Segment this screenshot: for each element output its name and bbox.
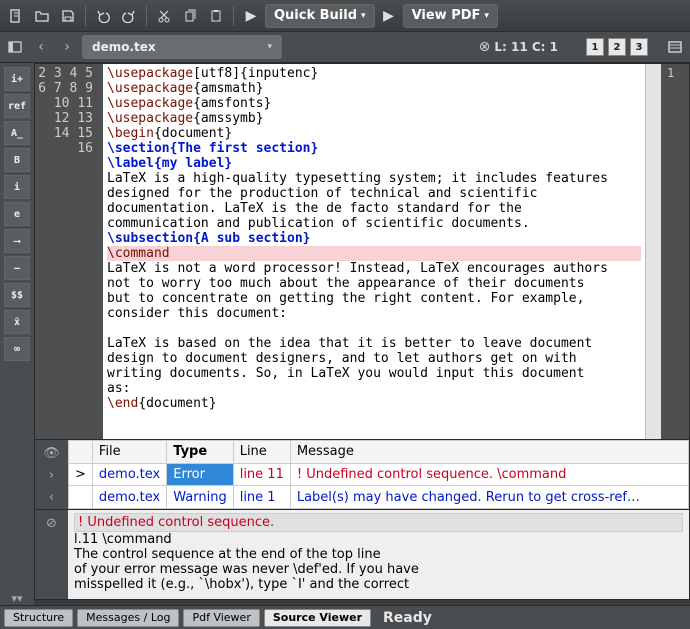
rail-expand-icon[interactable]: ▾▾ bbox=[0, 591, 34, 605]
rail-item-italic[interactable]: i bbox=[4, 175, 30, 199]
line-gutter: 2 3 4 5 6 7 8 9 10 11 12 13 14 15 16 bbox=[35, 64, 103, 439]
view-pdf-label: View PDF bbox=[412, 8, 481, 23]
status-tab-sourceviewer[interactable]: Source Viewer bbox=[264, 609, 371, 627]
prev-tab-button[interactable]: ‹ bbox=[30, 36, 52, 58]
rail-item-accent[interactable]: x̄ bbox=[4, 310, 30, 334]
next-tab-button[interactable]: › bbox=[56, 36, 78, 58]
log-detail-panel: ⊘ ! Undefined control sequence. l.11 \co… bbox=[34, 510, 690, 600]
rail-item-math[interactable]: $$ bbox=[4, 283, 30, 307]
sidebar-toggle-button[interactable] bbox=[4, 36, 26, 58]
open-file-button[interactable] bbox=[30, 4, 54, 28]
col-line[interactable]: Line bbox=[233, 441, 290, 464]
paste-button[interactable] bbox=[204, 4, 228, 28]
rail-item-ref[interactable]: ref bbox=[4, 94, 30, 118]
quick-build-label: Quick Build bbox=[274, 8, 357, 23]
rail-item-symbol[interactable]: ∞ bbox=[4, 337, 30, 361]
editor-code[interactable]: \usepackage[utf8]{inputenc} \usepackage{… bbox=[103, 64, 645, 439]
status-text: Ready bbox=[383, 610, 432, 626]
messages-panel: 👁 › ‹ File Type Line Message > demo.tex … bbox=[34, 440, 690, 510]
message-row-error[interactable]: > demo.tex Error line 11 ! Undefined con… bbox=[69, 463, 689, 486]
document-tabbar: ‹ › demo.tex ▾ ⊗ L: 11 C: 1 1 2 3 bbox=[0, 32, 690, 63]
redo-button[interactable] bbox=[117, 4, 141, 28]
log-detail-body[interactable]: ! Undefined control sequence. l.11 \comm… bbox=[68, 510, 689, 599]
view-col-2-button[interactable]: 2 bbox=[608, 38, 626, 56]
message-row-warning[interactable]: demo.tex Warning line 1 Label(s) may hav… bbox=[69, 486, 689, 509]
rail-item-bold[interactable]: B bbox=[4, 148, 30, 172]
main-toolbar: ▶ Quick Build▾ ▶ View PDF▾ bbox=[0, 0, 690, 32]
copy-button[interactable] bbox=[178, 4, 202, 28]
messages-rail: 👁 › ‹ bbox=[35, 440, 68, 509]
quick-build-button[interactable]: Quick Build▾ bbox=[265, 4, 375, 28]
file-tab-label: demo.tex bbox=[92, 40, 156, 54]
clear-log-icon[interactable]: ⊘ bbox=[46, 516, 57, 531]
status-tab-structure[interactable]: Structure bbox=[4, 609, 73, 627]
tab-close-button[interactable]: ⊗ bbox=[479, 39, 491, 55]
rail-item-arrow[interactable]: ⟶ bbox=[4, 229, 30, 253]
save-file-button[interactable] bbox=[56, 4, 80, 28]
log-error-line: ! Undefined control sequence. bbox=[74, 513, 683, 532]
run-arrow-1[interactable]: ▶ bbox=[239, 4, 263, 28]
eye-icon[interactable]: 👁 bbox=[43, 446, 60, 461]
undo-button[interactable] bbox=[91, 4, 115, 28]
editor[interactable]: 2 3 4 5 6 7 8 9 10 11 12 13 14 15 16 \us… bbox=[34, 63, 690, 440]
editor-scrollbar[interactable] bbox=[645, 64, 661, 439]
cursor-position: L: 11 C: 1 bbox=[494, 40, 558, 54]
split-view-button[interactable] bbox=[664, 36, 686, 58]
col-file[interactable]: File bbox=[92, 441, 166, 464]
prev-msg-icon[interactable]: ‹ bbox=[49, 490, 54, 505]
view-col-3-button[interactable]: 3 bbox=[630, 38, 648, 56]
col-message[interactable]: Message bbox=[290, 441, 688, 464]
view-pdf-button[interactable]: View PDF▾ bbox=[403, 4, 498, 28]
status-tab-messages[interactable]: Messages / Log bbox=[77, 609, 179, 627]
rail-item-rule[interactable]: — bbox=[4, 256, 30, 280]
new-file-button[interactable] bbox=[4, 4, 28, 28]
file-tab[interactable]: demo.tex ▾ bbox=[82, 35, 282, 59]
split-index: 1 bbox=[661, 64, 689, 439]
rail-item-insert[interactable]: i+ bbox=[4, 67, 30, 91]
rail-item-emph[interactable]: e bbox=[4, 202, 30, 226]
view-col-1-button[interactable]: 1 bbox=[586, 38, 604, 56]
log-rest: l.11 \command The control sequence at th… bbox=[74, 532, 419, 592]
next-msg-icon[interactable]: › bbox=[49, 468, 54, 483]
status-tab-pdfviewer[interactable]: Pdf Viewer bbox=[183, 609, 259, 627]
cut-button[interactable] bbox=[152, 4, 176, 28]
messages-header-row: File Type Line Message bbox=[69, 441, 689, 464]
run-arrow-2[interactable]: ▶ bbox=[377, 4, 401, 28]
rail-item-font[interactable]: A̲ bbox=[4, 121, 30, 145]
status-bar: Structure Messages / Log Pdf Viewer Sour… bbox=[0, 605, 690, 629]
file-tab-dropdown-icon: ▾ bbox=[267, 42, 272, 52]
messages-table: File Type Line Message > demo.tex Error … bbox=[68, 440, 689, 509]
symbol-rail: i+ ref A̲ B i e ⟶ — $$ x̄ ∞ ▾▾ bbox=[0, 63, 34, 605]
col-type[interactable]: Type bbox=[167, 441, 233, 464]
